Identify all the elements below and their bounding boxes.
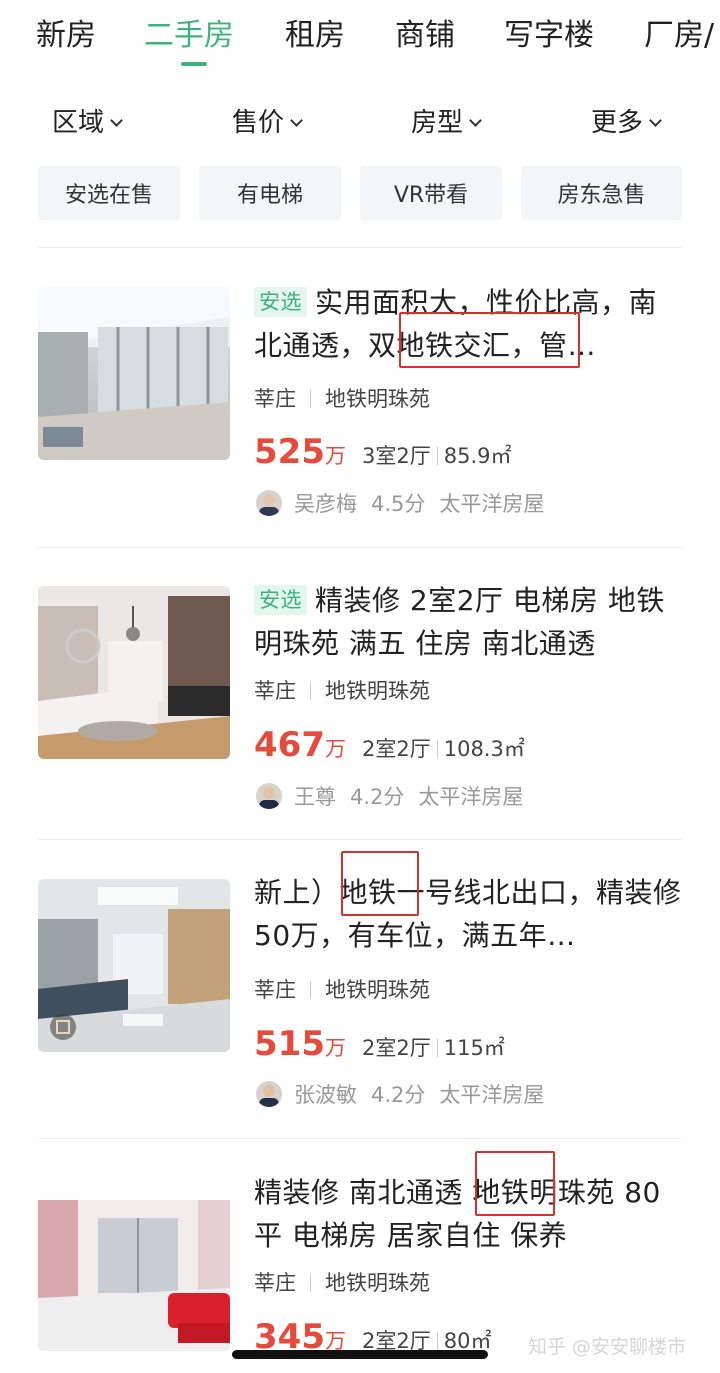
listing-community: 地铁明珠苑: [325, 387, 430, 411]
listing-location: 莘庄 地铁明珠苑: [254, 677, 430, 705]
listing-community: 地铁明珠苑: [325, 1271, 430, 1295]
quick-filter-chips: 安选在售 有电梯 VR带看 房东急售: [0, 166, 720, 220]
filter-region-label: 区域: [52, 108, 105, 138]
listing-photo: [38, 287, 230, 460]
watermark: 知乎 @安安聊楼市: [528, 1336, 687, 1358]
verified-tag: 安选: [254, 287, 307, 317]
listing-agent[interactable]: 王尊 4.2分 太平洋房屋: [256, 781, 537, 811]
listing-title-text: 精装修 2室2厅 电梯房 地铁明珠苑 满五 住房 南北通透: [254, 584, 665, 660]
chip-safe-selected[interactable]: 安选在售: [38, 166, 180, 220]
category-tabs: 新房 二手房 租房 商铺 写字楼 厂房/: [0, 0, 720, 76]
chevron-down-icon: [649, 114, 662, 127]
highlight-box: [475, 1151, 555, 1216]
chip-elevator[interactable]: 有电梯: [199, 166, 341, 220]
listing-specs: 2室2厅 108.3㎡: [361, 737, 525, 761]
agency-name: 太平洋房屋: [418, 785, 524, 809]
listing-price-row: 467 万 2室2厅 108.3㎡: [254, 725, 525, 765]
home-indicator[interactable]: [232, 1350, 488, 1359]
listing-community: 地铁明珠苑: [325, 978, 430, 1002]
listing-title: 精装修 南北通透 地铁明珠苑 80平 电梯房 居家自住 保养: [254, 1171, 684, 1257]
listing-agent[interactable]: 吴彦梅 4.5分 太平洋房屋: [256, 488, 558, 518]
agent-name: 吴彦梅: [294, 492, 357, 516]
listing-specs: 2室2厅 115㎡: [361, 1036, 505, 1060]
listing-title: 安选 精装修 2室2厅 电梯房 地铁明珠苑 满五 住房 南北通透: [254, 579, 684, 665]
filter-region[interactable]: 区域: [52, 100, 123, 146]
agent-score: 4.2分: [350, 785, 405, 809]
listing-photo: [38, 1178, 230, 1351]
avatar: [256, 1081, 282, 1107]
chip-vr-tour[interactable]: VR带看: [360, 166, 502, 220]
filter-bar: 区域 售价 房型 更多: [0, 100, 720, 148]
filter-layout-label: 房型: [411, 108, 464, 138]
filter-more-label: 更多: [591, 108, 644, 138]
tab-shops[interactable]: 商铺: [395, 16, 455, 56]
listing-district: 莘庄: [254, 679, 296, 703]
listing-photo: [38, 586, 230, 759]
listing-title: 新上）地铁一号线北出口，精装修50万，有车位，满五年…: [254, 871, 684, 957]
listing-photo: [38, 879, 230, 1052]
listing-district: 莘庄: [254, 978, 296, 1002]
listing-price: 515: [254, 1024, 325, 1064]
divider: [38, 247, 682, 248]
highlight-box: [399, 312, 580, 368]
avatar: [256, 783, 282, 809]
listing-price-row: 515 万 2室2厅 115㎡: [254, 1024, 505, 1064]
listing-location: 莘庄 地铁明珠苑: [254, 976, 430, 1004]
chevron-down-icon: [290, 114, 303, 127]
listing-title-text: 新上）地铁一号线北出口，精装修50万，有车位，满五年…: [254, 876, 682, 952]
filter-more[interactable]: 更多: [591, 100, 662, 146]
active-tab-indicator: [181, 62, 207, 66]
highlight-box: [341, 851, 419, 916]
filter-price[interactable]: 售价: [232, 100, 303, 146]
agent-score: 4.2分: [371, 1083, 426, 1107]
agency-name: 太平洋房屋: [439, 492, 545, 516]
listing-agent[interactable]: 张波敏 4.2分 太平洋房屋: [256, 1079, 558, 1109]
listing-price: 467: [254, 725, 325, 765]
verified-tag: 安选: [254, 585, 307, 615]
filter-price-label: 售价: [232, 108, 285, 138]
listing-price-unit: 万: [324, 444, 346, 468]
listing-price: 525: [254, 432, 325, 472]
listing-price-unit: 万: [324, 1036, 346, 1060]
listing-title-text: 精装修 南北通透 地铁明珠苑 80平 电梯房 居家自住 保养: [254, 1176, 661, 1252]
listing-district: 莘庄: [254, 1271, 296, 1295]
listing-community: 地铁明珠苑: [325, 679, 430, 703]
agent-name: 王尊: [294, 785, 336, 809]
listing-district: 莘庄: [254, 387, 296, 411]
agency-name: 太平洋房屋: [439, 1083, 545, 1107]
agent-name: 张波敏: [294, 1083, 357, 1107]
chevron-down-icon: [469, 114, 482, 127]
listing-price-row: 525 万 3室2厅 85.9㎡: [254, 432, 511, 472]
listing-location: 莘庄 地铁明珠苑: [254, 385, 430, 413]
chevron-down-icon: [110, 114, 123, 127]
tab-offices[interactable]: 写字楼: [504, 16, 594, 56]
avatar: [256, 490, 282, 516]
divider: [38, 547, 682, 548]
listing-price-unit: 万: [324, 737, 346, 761]
tab-factories[interactable]: 厂房/: [644, 16, 714, 56]
listing-specs: 3室2厅 85.9㎡: [361, 444, 512, 468]
divider: [38, 839, 682, 840]
agent-score: 4.5分: [371, 492, 426, 516]
tab-rent[interactable]: 租房: [285, 16, 345, 56]
chip-urgent-sale[interactable]: 房东急售: [521, 166, 682, 220]
listing-location: 莘庄 地铁明珠苑: [254, 1269, 430, 1297]
tab-second-hand[interactable]: 二手房: [144, 16, 234, 56]
tab-new-homes[interactable]: 新房: [36, 16, 96, 56]
filter-layout[interactable]: 房型: [411, 100, 482, 146]
divider: [38, 1138, 682, 1139]
